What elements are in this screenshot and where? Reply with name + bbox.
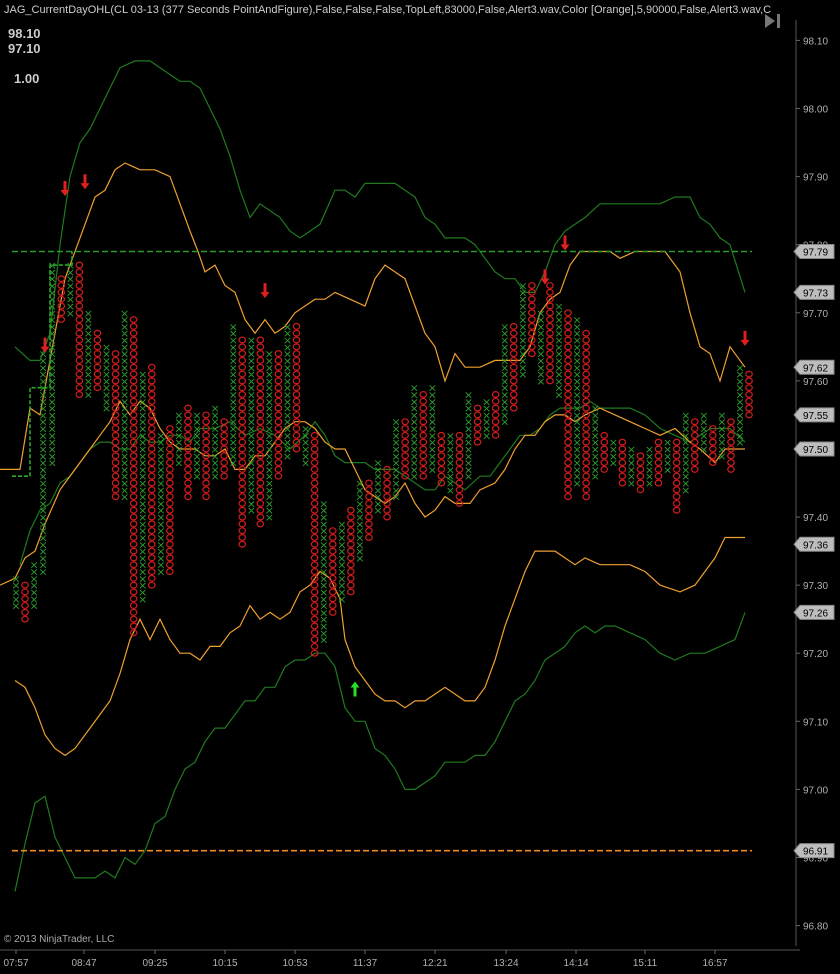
price-flag-label: 97.62	[803, 363, 828, 374]
pf-x-mark: ×	[84, 307, 93, 320]
y-tick-label: 97.10	[803, 717, 828, 728]
pf-x-mark: ×	[29, 559, 38, 572]
pf-x-mark: ×	[410, 382, 419, 395]
x-tick-label: 09:25	[142, 958, 167, 969]
y-tick-label: 97.60	[803, 377, 828, 388]
x-tick-label: 07:57	[3, 958, 28, 969]
price-flag-label: 97.50	[803, 445, 828, 456]
y-tick-label: 98.00	[803, 105, 828, 116]
x-tick-label: 13:24	[493, 958, 518, 969]
pf-x-mark: ×	[663, 436, 672, 449]
pf-x-mark: ×	[265, 348, 274, 361]
pf-x-mark: ×	[735, 361, 744, 374]
pf-x-mark: ×	[699, 409, 708, 422]
y-tick-label: 97.40	[803, 513, 828, 524]
price-flag-label: 97.26	[803, 608, 828, 619]
x-tick-label: 12:21	[422, 958, 447, 969]
pf-x-mark: ×	[627, 443, 636, 456]
x-tick-label: 10:15	[212, 958, 237, 969]
price-flag-label: 96.91	[803, 847, 828, 858]
price-axis: 98.1098.0097.9097.8097.7097.6097.5097.40…	[796, 36, 828, 933]
y-tick-label: 97.20	[803, 649, 828, 660]
pf-x-mark: ×	[301, 423, 310, 436]
skip-forward-icon[interactable]	[762, 10, 784, 32]
pf-x-mark: ×	[681, 409, 690, 422]
x-tick-label: 08:47	[71, 958, 96, 969]
pf-x-mark: ×	[11, 572, 20, 585]
pf-x-mark: ×	[66, 259, 75, 272]
pf-x-mark: ×	[428, 382, 437, 395]
pf-chart[interactable]: × × × × × × × × × × × × × × × × × × × × × × × × × × × × × × × × × × × × × × × ×…	[0, 0, 840, 974]
pf-x-mark: ×	[210, 402, 219, 415]
pf-x-mark: ×	[500, 320, 509, 333]
x-tick-label: 16:57	[702, 958, 727, 969]
y-tick-label: 97.90	[803, 173, 828, 184]
pf-x-mark: ×	[138, 368, 147, 381]
price-flag-label: 97.79	[803, 248, 828, 259]
x-tick-label: 11:37	[353, 958, 378, 969]
time-axis: 07:57 08:47 09:25 10:15 10:53 11:37 12:21 13:24…	[0, 949, 800, 969]
pf-x-mark: ×	[120, 307, 129, 320]
price-flags: 97.79 97.73 97.62 97.55 97.50 97.36 97.26 96.91	[793, 244, 835, 859]
pf-x-mark: ×	[591, 402, 600, 415]
y-tick-label: 97.00	[803, 785, 828, 796]
pf-x-mark: ×	[192, 409, 201, 422]
high-value: 98.10	[8, 26, 41, 41]
x-tick-label: 15:11	[633, 958, 658, 969]
pf-x-mark: ×	[373, 457, 382, 470]
y-tick-label: 96.80	[803, 922, 828, 933]
pf-x-mark: ×	[229, 320, 238, 333]
y-tick-label: 97.70	[803, 309, 828, 320]
indicator-title: JAG_CurrentDayOHL(CL 03-13 (377 Seconds …	[4, 4, 772, 16]
box-value: 1.00	[14, 71, 40, 86]
pf-x-mark: ×	[283, 320, 292, 333]
pf-x-mark: ×	[156, 429, 165, 442]
pf-x-mark: ×	[717, 409, 726, 422]
pf-x-mark: ×	[645, 443, 654, 456]
price-flag-label: 97.55	[803, 411, 828, 422]
y-tick-label: 97.30	[803, 581, 828, 592]
copyright: © 2013 NinjaTrader, LLC	[4, 934, 115, 945]
pf-x-mark: ×	[554, 300, 563, 313]
pf-x-mark: ×	[446, 429, 455, 442]
price-flag-label: 97.36	[803, 540, 828, 551]
x-tick-label: 14:14	[563, 958, 588, 969]
pf-x-mark: ×	[536, 307, 545, 320]
pf-x-mark: ×	[518, 280, 527, 293]
pf-x-mark: ×	[337, 518, 346, 531]
pf-x-mark: ×	[48, 259, 57, 272]
pf-x-mark: ×	[391, 416, 400, 429]
pf-x-mark: ×	[572, 314, 581, 327]
pf-x-mark: ×	[482, 395, 491, 408]
pf-x-mark: ×	[174, 409, 183, 422]
pf-x-mark: ×	[609, 436, 618, 449]
pf-x-mark: ×	[355, 477, 364, 490]
price-flag-label: 97.73	[803, 288, 828, 299]
y-tick-label: 98.10	[803, 36, 828, 47]
pf-x-mark: ×	[319, 497, 328, 510]
pf-x-mark: ×	[464, 388, 473, 401]
x-tick-label: 10:53	[282, 958, 307, 969]
low-value: 97.10	[8, 41, 41, 56]
pf-x-mark: ×	[102, 341, 111, 354]
pf-x-mark: ×	[247, 334, 256, 347]
